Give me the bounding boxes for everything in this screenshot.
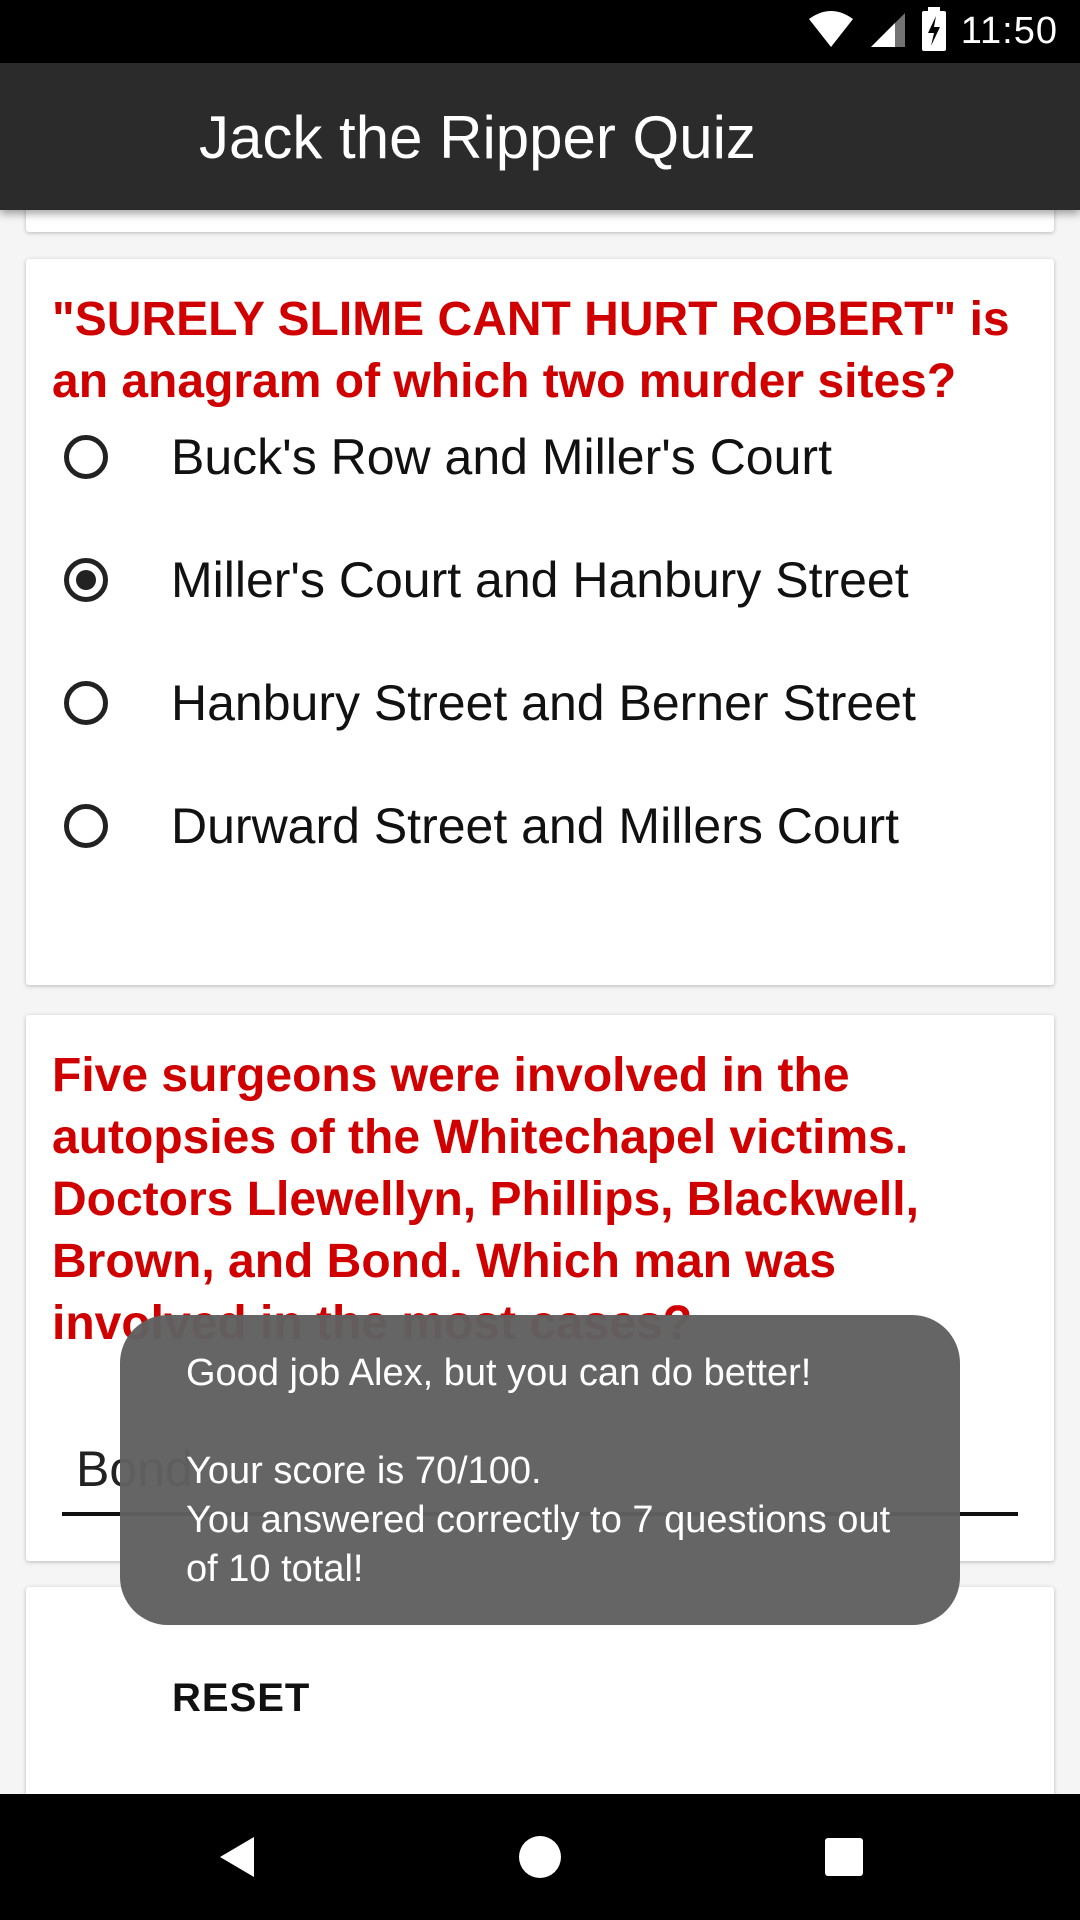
option-durward-street-millers-court[interactable]: Durward Street and Millers Court [64, 781, 899, 871]
status-bar: 11:50 [0, 0, 1080, 63]
option-millers-court-hanbury-street[interactable]: Miller's Court and Hanbury Street [64, 535, 909, 625]
previous-question-card [26, 210, 1054, 232]
question-card-anagram: "SURELY SLIME CANT HURT ROBERT" is an an… [26, 259, 1054, 985]
app-title: Jack the Ripper Quiz [199, 104, 756, 171]
toast-line-correct-count: You answered correctly to 7 questions ou… [186, 1499, 891, 1541]
score-toast: Good job Alex, but you can do better! Yo… [120, 1315, 960, 1625]
status-time: 11:50 [960, 10, 1058, 52]
question-text: "SURELY SLIME CANT HURT ROBERT" is an an… [52, 293, 1010, 408]
radio-button-icon[interactable] [64, 435, 108, 479]
radio-button-checked-icon[interactable] [64, 558, 108, 602]
navigation-bar [0, 1794, 1080, 1920]
signal-icon [869, 9, 907, 54]
option-label: Miller's Court and Hanbury Street [171, 552, 909, 608]
toast-line-score: Your score is 70/100. [186, 1450, 542, 1492]
option-label: Buck's Row and Miller's Court [171, 429, 832, 485]
radio-button-icon[interactable] [64, 804, 108, 848]
battery-charging-icon [921, 7, 947, 56]
question-text: Five surgeons were involved in the autop… [52, 1049, 919, 1350]
option-hanbury-street-berner-street[interactable]: Hanbury Street and Berner Street [64, 658, 916, 748]
recents-icon [825, 1838, 863, 1876]
wifi-icon [807, 9, 855, 54]
radio-button-icon[interactable] [64, 681, 108, 725]
home-icon [519, 1836, 561, 1878]
toast-message: Good job Alex, but you can do better! Yo… [186, 1349, 926, 1594]
back-button[interactable] [166, 1794, 306, 1920]
toast-line-feedback: Good job Alex, but you can do better! [186, 1352, 812, 1394]
app-bar: Jack the Ripper Quiz [0, 63, 1080, 210]
back-icon [220, 1837, 254, 1877]
recents-button[interactable] [774, 1794, 914, 1920]
option-label: Durward Street and Millers Court [171, 798, 900, 854]
option-label: Hanbury Street and Berner Street [171, 675, 916, 731]
toast-line-total: of 10 total! [186, 1548, 364, 1590]
home-button[interactable] [470, 1794, 610, 1920]
option-bucks-row-millers-court[interactable]: Buck's Row and Miller's Court [64, 412, 832, 502]
status-icons: 11:50 [807, 0, 1058, 63]
reset-button[interactable]: RESET [166, 1675, 316, 1722]
